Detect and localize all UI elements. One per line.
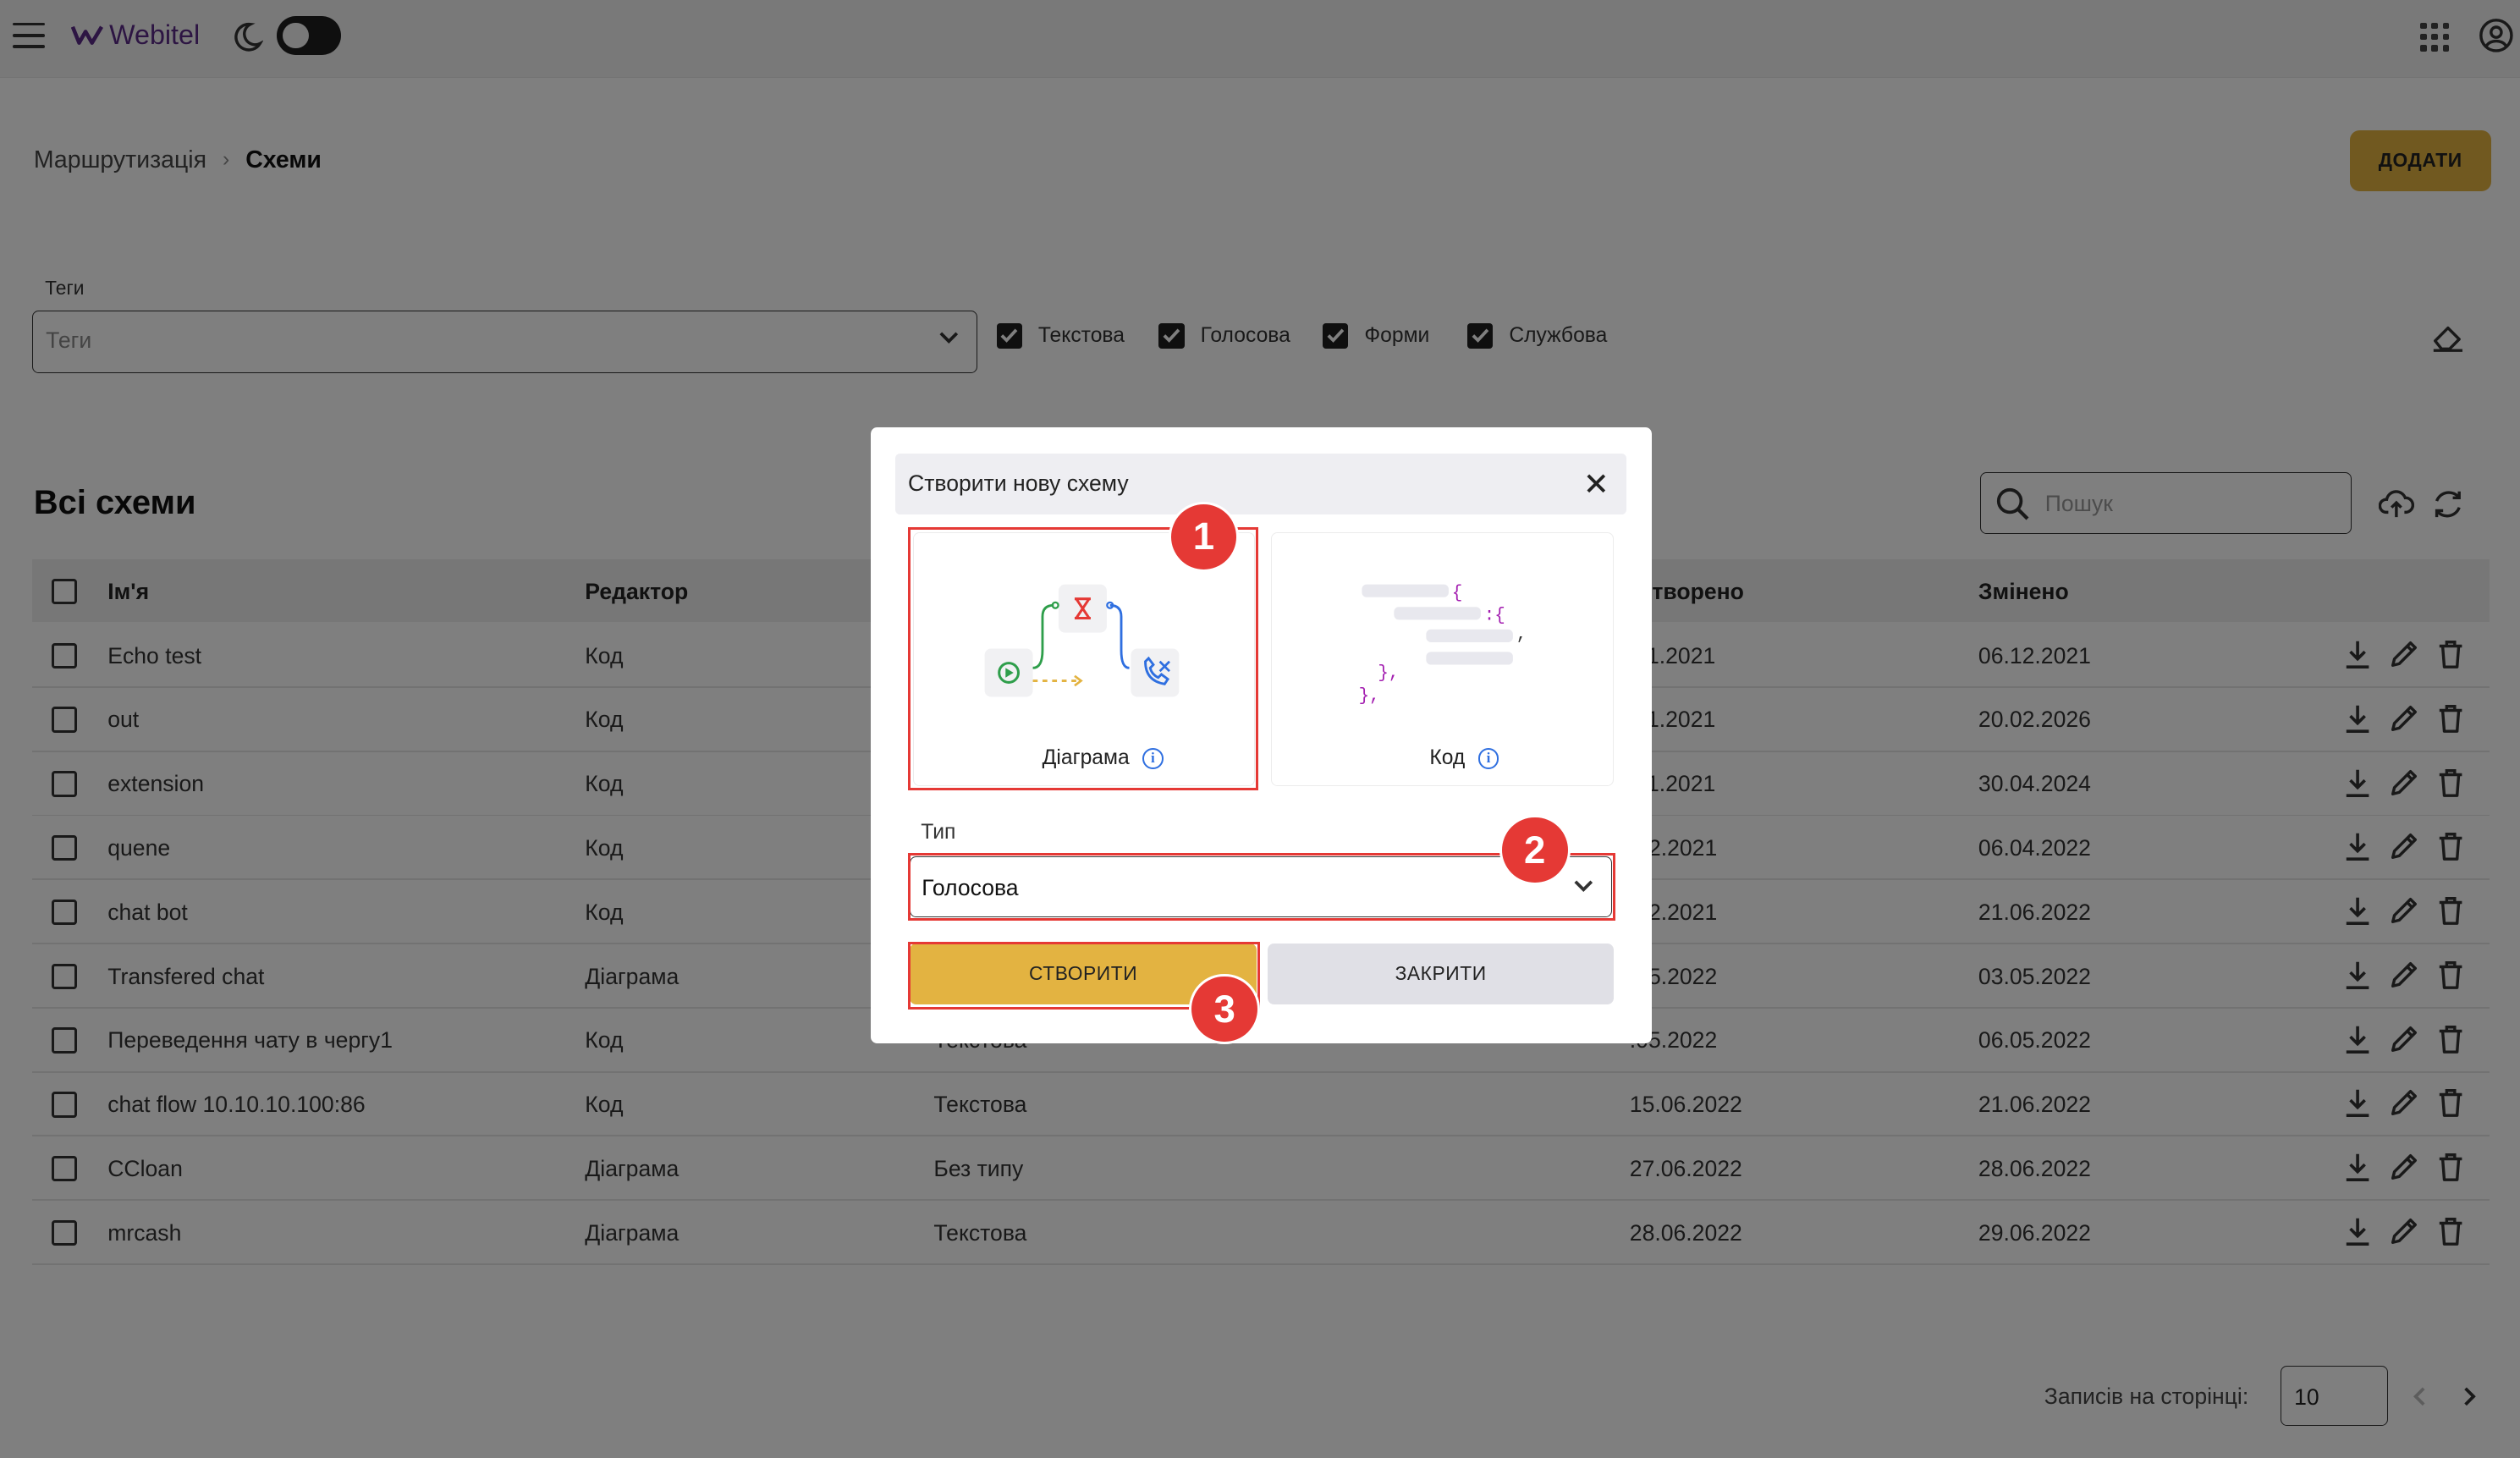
option-card-code[interactable]: { :{ , }, }, Код i (1271, 531, 1614, 786)
svg-text:},: }, (1378, 664, 1400, 684)
type-label: Тип (921, 821, 956, 845)
option-code-text: Код (1429, 746, 1466, 770)
svg-text:{: { (1452, 584, 1463, 603)
info-icon[interactable]: i (1477, 747, 1499, 769)
code-illustration-icon: { :{ , }, }, (1359, 584, 1527, 707)
modal-title: Створити нову схему (908, 470, 1129, 497)
step-badge-2: 2 (1499, 814, 1571, 886)
svg-text:,: , (1516, 625, 1527, 645)
close-button[interactable]: ЗАКРИТИ (1268, 943, 1614, 1004)
close-icon[interactable] (1585, 472, 1608, 495)
app-root: Webitel Маршрутизація › Схеми ДОДАТИ Тег… (0, 0, 2520, 1458)
option-label-code: Код i (1429, 746, 1499, 770)
step-badge-1: 1 (1168, 501, 1240, 573)
svg-text::{: :{ (1484, 606, 1505, 625)
step-badge-3: 3 (1189, 973, 1260, 1045)
svg-text:},: }, (1359, 686, 1380, 706)
